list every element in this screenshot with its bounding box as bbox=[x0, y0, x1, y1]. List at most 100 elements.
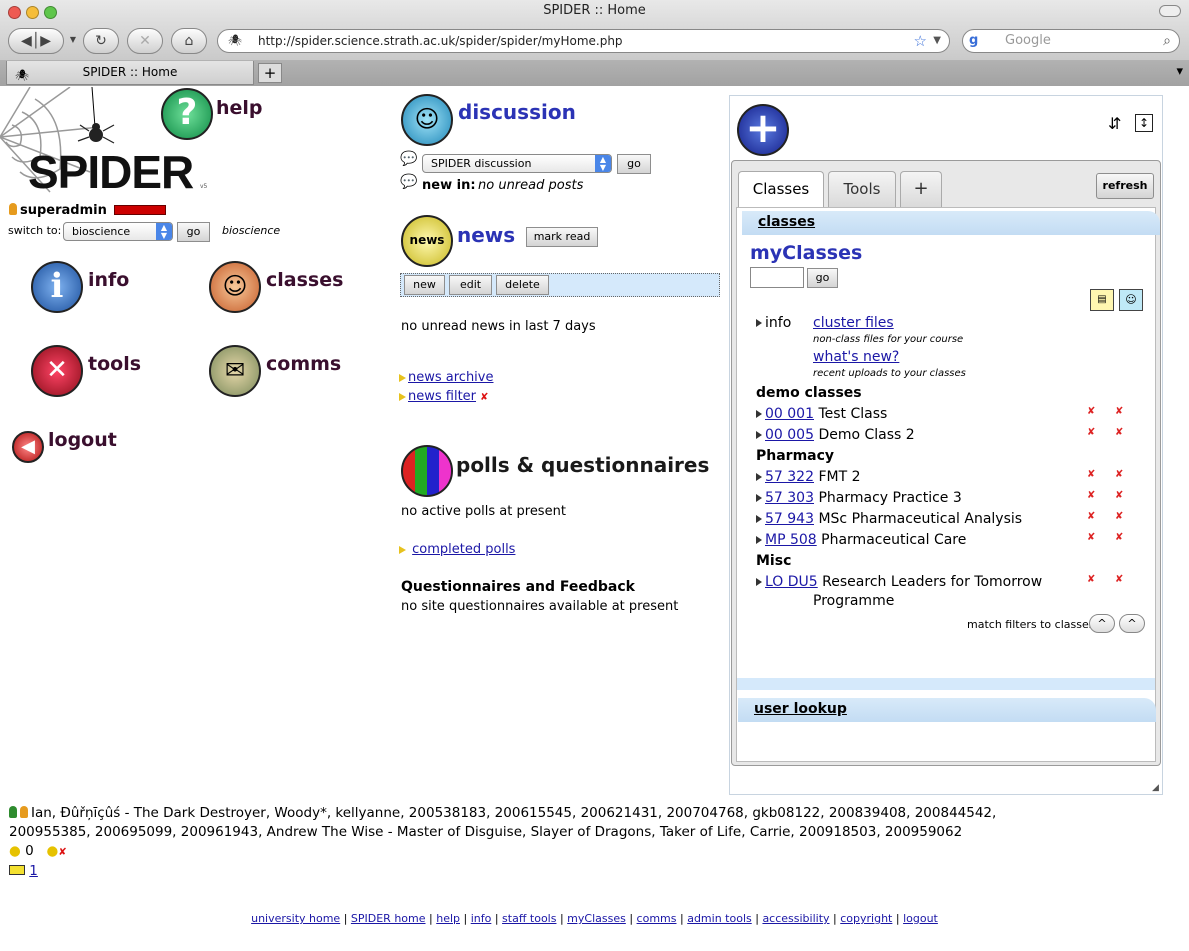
class-code-link[interactable]: LO DU5 bbox=[765, 574, 818, 590]
logout-link[interactable]: logout bbox=[48, 429, 117, 451]
classes-section-bar[interactable]: classes bbox=[742, 211, 1160, 235]
footer-link-help[interactable]: help bbox=[436, 912, 460, 925]
mark-read-button[interactable]: mark read bbox=[526, 227, 598, 247]
address-bar[interactable]: 🕷 http://spider.science.strath.ac.uk/spi… bbox=[217, 29, 950, 53]
info-link[interactable]: info bbox=[88, 269, 129, 291]
collapse-all-icon[interactable]: ⇵ bbox=[1108, 114, 1121, 133]
classes-icon[interactable]: ☺ bbox=[209, 261, 261, 313]
hide-class-icon[interactable]: ✘ bbox=[1115, 532, 1123, 543]
hide-class-icon[interactable]: ✘ bbox=[1115, 574, 1123, 585]
filter-off-icon[interactable]: ✘ bbox=[480, 392, 488, 403]
remove-class-icon[interactable]: ✘ bbox=[1087, 406, 1115, 417]
footer-link-university-home[interactable]: university home bbox=[251, 912, 340, 925]
stop-icon[interactable]: ✕ bbox=[127, 28, 163, 54]
logout-icon[interactable]: ◀ bbox=[12, 431, 44, 463]
url-dropdown-icon[interactable]: ▼ bbox=[933, 30, 941, 52]
switch-select[interactable]: bioscience ▲ ▼ bbox=[63, 222, 173, 241]
browser-tab[interactable]: 🕷 SPIDER :: Home bbox=[6, 61, 254, 85]
class-code-link[interactable]: 57 303 bbox=[765, 490, 814, 506]
whats-new-link[interactable]: what's new? bbox=[813, 349, 899, 365]
class-code-link[interactable]: 57 943 bbox=[765, 511, 814, 527]
expand-icon[interactable] bbox=[756, 536, 762, 544]
tools-icon[interactable]: ✕ bbox=[31, 345, 83, 397]
class-search-input[interactable] bbox=[750, 267, 804, 288]
add-widget-icon[interactable]: + bbox=[737, 104, 789, 156]
hide-class-icon[interactable]: ✘ bbox=[1115, 511, 1123, 522]
comms-icon[interactable]: ✉ bbox=[209, 345, 261, 397]
tab-list-icon[interactable]: ▾ bbox=[1176, 64, 1183, 79]
search-icon[interactable]: ⌕ bbox=[1163, 30, 1171, 52]
remove-class-icon[interactable]: ✘ bbox=[1087, 469, 1115, 480]
footer-link-staff-tools[interactable]: staff tools bbox=[502, 912, 556, 925]
news-mini-icon[interactable]: ▤ bbox=[1090, 289, 1114, 311]
footer-link-logout[interactable]: logout bbox=[903, 912, 938, 925]
site-logo-text[interactable]: SPIDER bbox=[28, 145, 194, 199]
expand-icon[interactable] bbox=[756, 473, 762, 481]
classes-link[interactable]: classes bbox=[266, 269, 343, 291]
pacman-off-icon[interactable]: ✘ bbox=[58, 847, 66, 858]
class-code-link[interactable]: 57 322 bbox=[765, 469, 814, 485]
messages-count-link[interactable]: 1 bbox=[29, 863, 38, 879]
info-icon[interactable]: i bbox=[31, 261, 83, 313]
classes-bar-label[interactable]: classes bbox=[758, 214, 815, 230]
class-code-link[interactable]: 00 005 bbox=[765, 427, 814, 443]
footer-link-accessibility[interactable]: accessibility bbox=[762, 912, 829, 925]
news-filter-link[interactable]: news filter bbox=[408, 389, 476, 404]
cluster-files-link[interactable]: cluster files bbox=[813, 315, 894, 331]
remove-class-icon[interactable]: ✘ bbox=[1087, 427, 1115, 438]
polls-title[interactable]: polls & questionnaires bbox=[456, 453, 709, 477]
class-search-go-button[interactable]: go bbox=[807, 268, 838, 288]
reload-icon[interactable]: ↻ bbox=[83, 28, 119, 54]
minimize-window-icon[interactable] bbox=[26, 6, 39, 19]
remove-class-icon[interactable]: ✘ bbox=[1087, 532, 1115, 543]
remove-class-icon[interactable]: ✘ bbox=[1087, 574, 1115, 585]
comms-link[interactable]: comms bbox=[266, 353, 341, 375]
footer-link-admin-tools[interactable]: admin tools bbox=[687, 912, 752, 925]
news-archive-link[interactable]: news archive bbox=[408, 370, 494, 385]
zoom-window-icon[interactable] bbox=[44, 6, 57, 19]
news-title[interactable]: news bbox=[457, 223, 515, 247]
hide-class-icon[interactable]: ✘ bbox=[1115, 427, 1123, 438]
tools-link[interactable]: tools bbox=[88, 353, 141, 375]
back-arrow-icon[interactable]: ◀ bbox=[21, 33, 32, 49]
news-edit-button[interactable]: edit bbox=[449, 275, 492, 295]
refresh-button[interactable]: refresh bbox=[1096, 173, 1154, 199]
user-lookup-label[interactable]: user lookup bbox=[754, 701, 847, 717]
help-icon[interactable]: ? bbox=[161, 88, 213, 140]
news-delete-button[interactable]: delete bbox=[496, 275, 549, 295]
hide-class-icon[interactable]: ✘ bbox=[1115, 406, 1123, 417]
class-code-link[interactable]: MP 508 bbox=[765, 532, 817, 548]
expand-icon[interactable] bbox=[756, 319, 762, 327]
expand-icon[interactable] bbox=[756, 494, 762, 502]
tab-add[interactable]: + bbox=[900, 171, 942, 207]
back-forward-buttons[interactable]: ◀│▶ bbox=[8, 28, 64, 54]
tab-tools[interactable]: Tools bbox=[828, 171, 896, 207]
remove-class-icon[interactable]: ✘ bbox=[1087, 511, 1115, 522]
bookmark-star-icon[interactable]: ☆ bbox=[914, 30, 927, 52]
news-new-button[interactable]: new bbox=[404, 275, 445, 295]
discussion-go-button[interactable]: go bbox=[617, 154, 651, 174]
discussion-icon[interactable]: ☺ bbox=[401, 94, 453, 146]
news-icon[interactable]: news bbox=[401, 215, 453, 267]
polls-icon[interactable] bbox=[401, 445, 453, 497]
discussion-mini-icon[interactable]: ☺ bbox=[1119, 289, 1143, 311]
forward-arrow-icon[interactable]: ▶ bbox=[40, 33, 51, 49]
footer-link-info[interactable]: info bbox=[471, 912, 492, 925]
close-window-icon[interactable] bbox=[8, 6, 21, 19]
pacman-ghost-icon[interactable]: ● bbox=[47, 843, 59, 859]
match-filters-toggle-button[interactable]: ^ bbox=[1119, 614, 1145, 633]
footer-link-spider-home[interactable]: SPIDER home bbox=[351, 912, 426, 925]
discussion-title[interactable]: discussion bbox=[458, 100, 576, 124]
expand-icon[interactable] bbox=[756, 431, 762, 439]
completed-polls-link[interactable]: completed polls bbox=[412, 542, 515, 557]
class-code-link[interactable]: 00 001 bbox=[765, 406, 814, 422]
switch-go-button[interactable]: go bbox=[177, 222, 210, 242]
history-dropdown-icon[interactable]: ▼ bbox=[68, 28, 78, 54]
remove-class-icon[interactable]: ✘ bbox=[1087, 490, 1115, 501]
expand-all-icon[interactable]: ↕ bbox=[1135, 114, 1153, 132]
tab-classes[interactable]: Classes bbox=[738, 171, 824, 207]
resize-grip-icon[interactable]: ◢ bbox=[1152, 783, 1159, 793]
hide-class-icon[interactable]: ✘ bbox=[1115, 490, 1123, 501]
home-icon[interactable]: ⌂ bbox=[171, 28, 207, 54]
help-link[interactable]: help bbox=[216, 97, 263, 119]
